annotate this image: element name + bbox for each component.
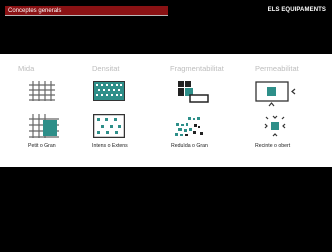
header-bar: Conceptes generals ELS EQUIPAMENTS	[0, 0, 332, 22]
concept-caption: Intens o Extens	[92, 143, 128, 149]
concept-heading: Permeabilitat	[255, 64, 299, 73]
concept-heading: Fragmentabilitat	[170, 64, 224, 73]
open-area-icon	[264, 115, 286, 137]
concept-fragmentabilitat: Fragmentabilitat Reduïda o Gran	[170, 64, 260, 149]
concept-heading: Densitat	[92, 64, 120, 73]
grid-small-icon	[29, 81, 55, 101]
section-title: Conceptes generals	[5, 6, 168, 16]
grid-large-icon	[29, 114, 59, 138]
deck-title: ELS EQUIPAMENTS	[267, 7, 326, 13]
blocks-fragmented-icon	[175, 117, 203, 136]
concept-caption: Reduïda o Gran	[171, 143, 208, 149]
concept-caption: Recinte o obert	[255, 143, 291, 149]
sparse-block-icon	[93, 114, 125, 138]
blocks-together-icon	[178, 81, 209, 103]
concept-permeabilitat: Permeabilitat Recinte o obert	[255, 64, 332, 149]
concept-caption: Petit o Gran	[28, 143, 56, 149]
slide-canvas: Mida Petit o Gran Densitat Intens o Exte…	[0, 54, 332, 167]
enclosed-area-icon	[255, 81, 296, 107]
dense-block-icon	[93, 81, 125, 101]
concept-densitat: Densitat Intens o Extens	[92, 64, 182, 149]
